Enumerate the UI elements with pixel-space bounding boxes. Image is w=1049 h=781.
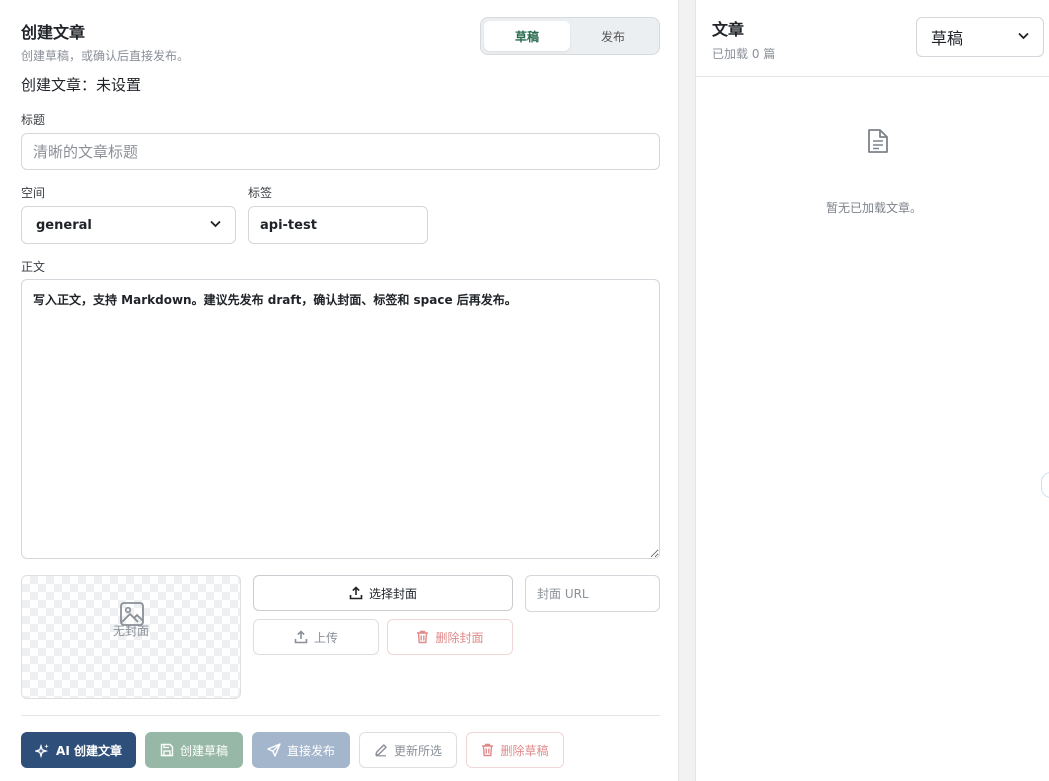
chevron-down-icon bbox=[1018, 32, 1029, 43]
articles-panel bbox=[695, 0, 1049, 781]
tags-label: 标签 bbox=[248, 186, 273, 200]
document-icon bbox=[866, 128, 890, 158]
space-label: 空间 bbox=[21, 186, 46, 200]
update-selected-label: 更新所选 bbox=[393, 743, 442, 758]
articles-header-divider bbox=[696, 76, 1049, 77]
update-selected-button[interactable]: 更新所选 bbox=[359, 732, 457, 768]
ai-create-label: AI 创建文章 bbox=[56, 743, 122, 758]
mode-toggle: 草稿 发布 bbox=[480, 17, 660, 55]
body-textarea[interactable]: 写入正文，支持 Markdown。建议先发布 draft，确认封面、标签和 sp… bbox=[21, 279, 660, 559]
floating-handle[interactable] bbox=[1041, 472, 1049, 498]
title-placeholder: 清晰的文章标题 bbox=[33, 143, 139, 161]
delete-cover-label: 删除封面 bbox=[435, 630, 484, 645]
sparkle-icon bbox=[35, 743, 50, 758]
cover-url-input[interactable]: 封面 URL bbox=[525, 575, 660, 612]
cover-url-placeholder: 封面 URL bbox=[537, 587, 589, 601]
tags-value: api-test bbox=[260, 217, 317, 233]
status-line: 创建文章：未设置 bbox=[21, 76, 142, 94]
delete-draft-label: 删除草稿 bbox=[500, 743, 549, 758]
no-cover-text: 无封面 bbox=[113, 624, 150, 638]
articles-count: 已加载 0 篇 bbox=[712, 47, 776, 61]
editor-heading: 创建文章 bbox=[21, 23, 86, 42]
create-draft-button[interactable]: 创建草稿 bbox=[145, 732, 243, 768]
actions-divider bbox=[21, 715, 660, 716]
articles-heading: 文章 bbox=[712, 20, 745, 39]
create-draft-label: 创建草稿 bbox=[179, 743, 228, 758]
upload-icon bbox=[349, 586, 363, 600]
cover-preview: 无封面 bbox=[21, 575, 241, 699]
body-label: 正文 bbox=[21, 260, 46, 274]
choose-cover-label: 选择封面 bbox=[368, 586, 417, 601]
choose-cover-button[interactable]: 选择封面 bbox=[253, 575, 513, 611]
articles-empty-text: 暂无已加载文章。 bbox=[826, 201, 923, 215]
tags-input[interactable]: api-test bbox=[248, 206, 428, 244]
editor-subheading: 创建草稿，或确认后直接发布。 bbox=[21, 49, 190, 63]
publish-direct-label: 直接发布 bbox=[286, 743, 335, 758]
tab-publish[interactable]: 发布 bbox=[570, 21, 656, 51]
articles-filter-value: 草稿 bbox=[931, 29, 964, 48]
delete-cover-button[interactable]: 删除封面 bbox=[387, 619, 513, 655]
title-input[interactable]: 清晰的文章标题 bbox=[21, 133, 660, 170]
chevron-down-icon bbox=[210, 220, 221, 231]
tab-draft[interactable]: 草稿 bbox=[484, 21, 570, 51]
trash-icon bbox=[416, 630, 429, 644]
upload-icon bbox=[294, 630, 308, 644]
save-icon bbox=[160, 743, 174, 757]
send-icon bbox=[267, 743, 281, 757]
pencil-icon bbox=[374, 743, 388, 757]
publish-direct-button[interactable]: 直接发布 bbox=[252, 732, 350, 768]
space-select[interactable]: general bbox=[21, 206, 236, 244]
upload-button[interactable]: 上传 bbox=[253, 619, 379, 655]
upload-label: 上传 bbox=[313, 630, 338, 645]
articles-filter-select[interactable]: 草稿 bbox=[916, 17, 1044, 57]
delete-draft-button[interactable]: 删除草稿 bbox=[466, 732, 564, 768]
space-value: general bbox=[36, 217, 92, 233]
title-label: 标题 bbox=[21, 113, 46, 127]
ai-create-button[interactable]: AI 创建文章 bbox=[21, 732, 136, 768]
trash-icon bbox=[481, 743, 494, 757]
